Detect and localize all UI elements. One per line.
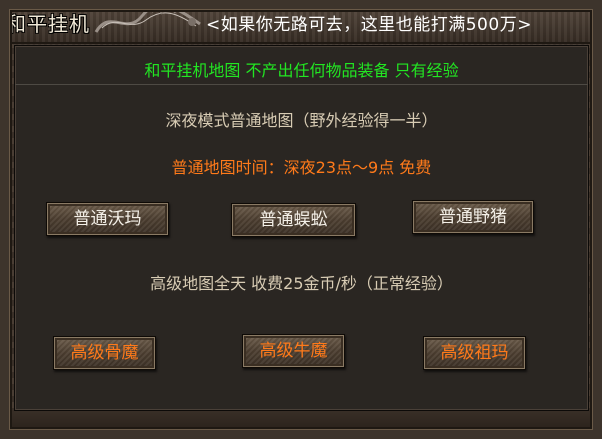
normal-woma-button[interactable]: 普通沃玛: [46, 202, 169, 236]
window-title: 和平挂机: [6, 12, 90, 36]
free-map-header: 和平挂机地图 不产出任何物品装备 只有经验: [144, 61, 459, 80]
npc-dialog-window: 和平挂机 <如果你无路可去，这里也能打满500万> 和平挂机地图 不产出任何物品…: [0, 0, 602, 439]
left-border: [0, 42, 14, 439]
map-panel: 和平挂机地图 不产出任何物品装备 只有经验 深夜模式普通地图（野外经验得一半） …: [14, 45, 589, 411]
header-divider: [15, 84, 588, 85]
advanced-zuma-button[interactable]: 高级祖玛: [423, 336, 526, 370]
night-time-notice: 普通地图时间：深夜23点～9点 免费: [171, 158, 432, 177]
slogan-text: <如果你无路可去，这里也能打满500万>: [206, 15, 532, 35]
normal-boar-button[interactable]: 普通野猪: [412, 200, 534, 234]
bottom-border: [0, 409, 602, 439]
normal-centipede-button[interactable]: 普通蜈蚣: [231, 203, 356, 237]
title-bar: 和平挂机 <如果你无路可去，这里也能打满500万>: [0, 0, 602, 44]
right-border: [588, 42, 602, 439]
advanced-bull-demon-button[interactable]: 高级牛魔: [242, 334, 345, 368]
advanced-bone-demon-button[interactable]: 高级骨魔: [53, 336, 156, 370]
dragon-ornament-icon: [94, 2, 201, 33]
night-mode-title: 深夜模式普通地图（野外经验得一半）: [165, 111, 438, 130]
advanced-map-title: 高级地图全天 收费25金币/秒（正常经验）: [150, 274, 453, 293]
